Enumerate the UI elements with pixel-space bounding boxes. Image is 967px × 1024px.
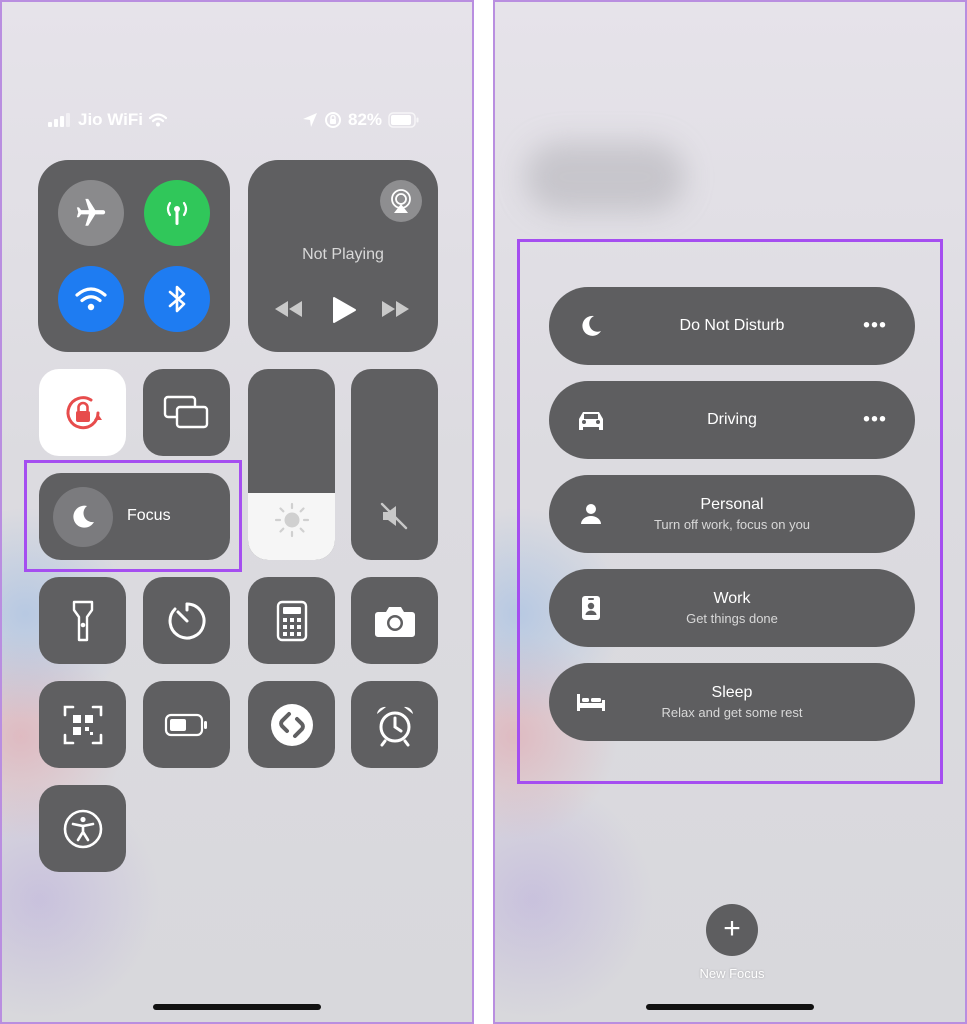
focus-mode-subtitle: Relax and get some rest — [661, 705, 803, 720]
timer-icon — [168, 602, 206, 639]
focus-mode-text: Personal Turn off work, focus on you — [549, 496, 915, 532]
focus-mode-title: Sleep — [711, 684, 753, 701]
more-options-button[interactable]: ••• — [863, 409, 887, 432]
cellular-signal-icon — [48, 113, 70, 127]
alarm-clock-icon — [376, 706, 413, 746]
timer-button[interactable] — [143, 577, 230, 664]
bluetooth-icon — [168, 285, 186, 313]
focus-highlight-box — [24, 460, 242, 572]
alarm-button[interactable] — [351, 681, 438, 768]
fast-forward-icon — [382, 301, 409, 317]
bluetooth-toggle[interactable] — [144, 266, 210, 332]
new-focus-button[interactable]: + — [706, 904, 758, 956]
focus-mode-text: Driving — [549, 411, 915, 429]
focus-mode-title: Do Not Disturb — [679, 317, 785, 334]
focus-mode-sleep[interactable]: Sleep Relax and get some rest — [549, 663, 915, 741]
media-module: Not Playing — [248, 160, 438, 352]
home-indicator[interactable] — [153, 1004, 321, 1010]
sun-icon — [274, 502, 310, 538]
rewind-button[interactable] — [272, 298, 306, 325]
wifi-icon — [75, 287, 107, 311]
location-arrow-icon — [303, 113, 317, 127]
battery-low-power-icon — [164, 713, 207, 736]
airplane-icon — [76, 198, 106, 226]
qr-scanner-button[interactable] — [39, 681, 126, 768]
airplane-mode-toggle[interactable] — [58, 180, 124, 246]
screen-mirroring-button[interactable] — [143, 369, 230, 456]
accessibility-shortcut-button[interactable] — [39, 785, 126, 872]
play-icon — [333, 297, 356, 323]
flashlight-button[interactable] — [39, 577, 126, 664]
low-power-mode-button[interactable] — [143, 681, 230, 768]
focus-mode-subtitle: Get things done — [686, 611, 778, 626]
focus-mode-text: Sleep Relax and get some rest — [549, 684, 915, 720]
battery-icon — [388, 112, 419, 128]
focus-mode-work[interactable]: Work Get things done — [549, 569, 915, 647]
calculator-icon — [276, 600, 307, 641]
orientation-lock-status-icon — [325, 112, 341, 128]
more-options-button[interactable]: ••• — [863, 315, 887, 338]
rewind-icon — [275, 301, 302, 317]
focus-modes-panel: Do Not Disturb ••• Driving ••• Personal … — [493, 0, 967, 1024]
orientation-lock-button[interactable] — [39, 369, 126, 456]
airplay-audio-icon — [391, 189, 411, 213]
carrier-label: Jio WiFi — [78, 110, 144, 129]
focus-mode-personal[interactable]: Personal Turn off work, focus on you — [549, 475, 915, 553]
airplay-button[interactable] — [380, 180, 422, 222]
control-center-panel: Jio WiFi 82% Not Playing Focus — [0, 0, 474, 1024]
calculator-button[interactable] — [248, 577, 335, 664]
accessibility-icon — [63, 809, 102, 848]
brightness-slider[interactable] — [248, 369, 335, 560]
shazam-button[interactable] — [248, 681, 335, 768]
camera-button[interactable] — [351, 577, 438, 664]
focus-mode-title: Personal — [700, 496, 764, 513]
camera-icon — [374, 606, 415, 637]
screen-mirroring-icon — [163, 395, 208, 428]
play-button[interactable] — [330, 296, 358, 329]
rotation-lock-icon — [66, 395, 102, 429]
speaker-muted-icon — [380, 502, 408, 530]
fast-forward-button[interactable] — [378, 298, 412, 325]
volume-slider[interactable] — [351, 369, 438, 560]
status-bar-left: Jio WiFi — [48, 110, 168, 130]
connectivity-module — [38, 160, 230, 352]
battery-percentage: 82% — [348, 110, 383, 129]
antenna-icon — [166, 201, 188, 225]
focus-mode-driving[interactable]: Driving ••• — [549, 381, 915, 459]
shazam-icon — [270, 703, 313, 746]
focus-mode-subtitle: Turn off work, focus on you — [653, 517, 811, 532]
blurred-background-shape — [525, 142, 685, 212]
qr-code-icon — [63, 705, 102, 744]
now-playing-status: Not Playing — [302, 246, 384, 263]
home-indicator[interactable] — [646, 1004, 814, 1010]
wifi-status-icon — [149, 113, 168, 127]
focus-mode-do-not-disturb[interactable]: Do Not Disturb ••• — [549, 287, 915, 365]
focus-mode-title: Work — [713, 590, 751, 607]
flashlight-icon — [72, 600, 93, 641]
new-focus-label: New Focus — [699, 966, 765, 981]
wifi-toggle[interactable] — [58, 266, 124, 332]
status-bar-right: 82% — [302, 110, 420, 130]
focus-mode-text: Work Get things done — [549, 590, 915, 626]
focus-mode-text: Do Not Disturb — [549, 317, 915, 335]
cellular-data-toggle[interactable] — [144, 180, 210, 246]
focus-mode-title: Driving — [707, 411, 757, 428]
